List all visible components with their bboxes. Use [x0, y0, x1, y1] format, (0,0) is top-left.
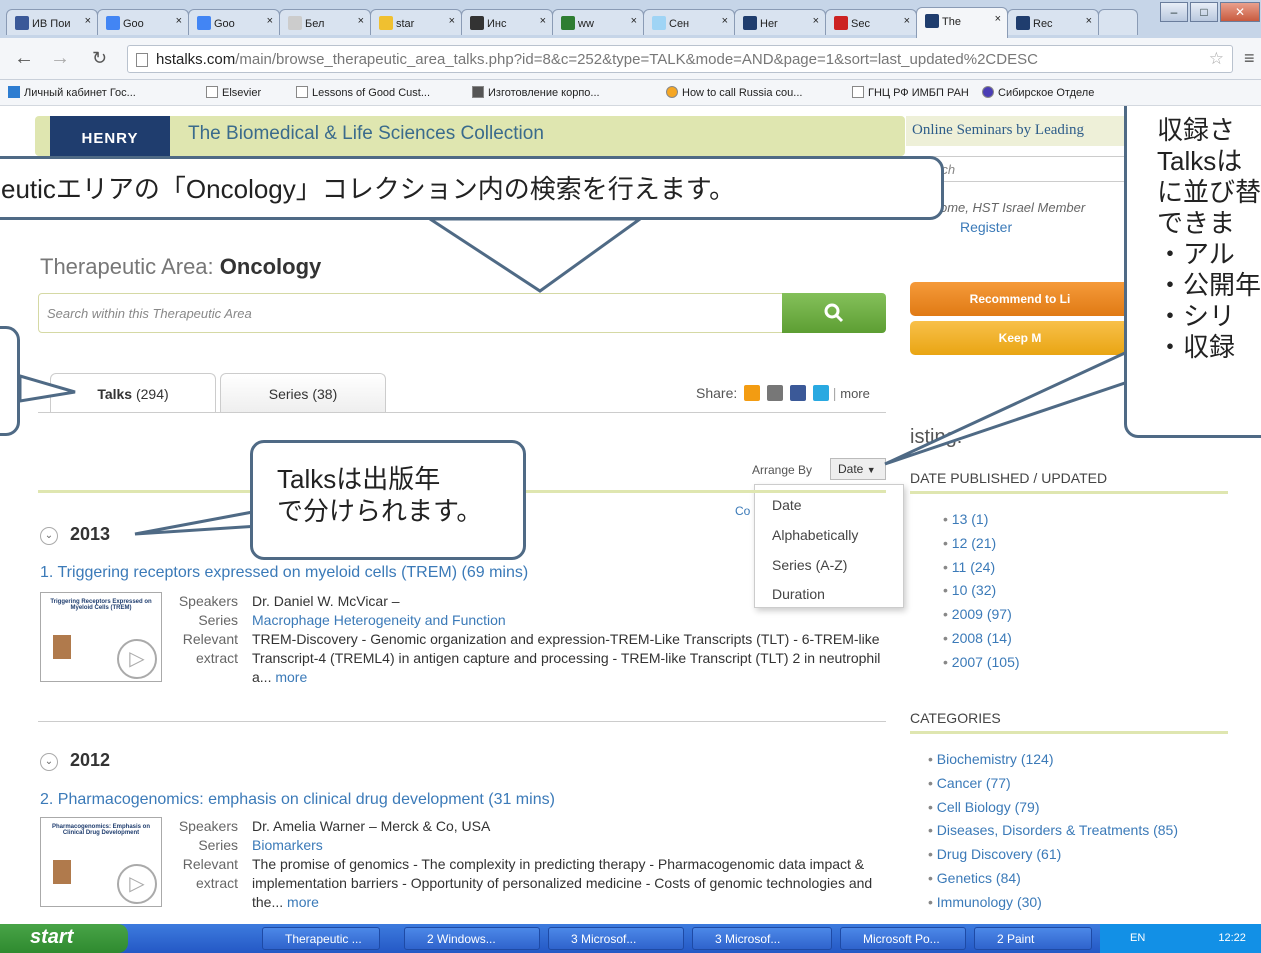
web-page: HENRY The Biomedical & Life Sciences Col…	[0, 106, 1261, 924]
url-path: /main/browse_therapeutic_area_talks.php?…	[235, 51, 1038, 68]
taskbar-item[interactable]: 2 Windows...	[404, 927, 540, 950]
taskbar-item[interactable]: Microsoft Po...	[840, 927, 966, 950]
tab-label: star	[396, 18, 415, 30]
callout-search-tip: euticエリアの「Oncology」コレクション内の検索を行えます。	[0, 156, 944, 220]
browser-tab[interactable]: ИВ Пои ×	[6, 9, 98, 35]
new-tab-button[interactable]	[1098, 9, 1138, 35]
tab-favicon-icon	[743, 16, 757, 30]
bookmark-item[interactable]: Elsevier	[206, 86, 261, 99]
address-toolbar: ← → ↻ hstalks.com/main/browse_therapeuti…	[0, 38, 1261, 80]
callout-sort-tip: 収録さ Talksは に並び替 できま ・アル ・公開年 ・シリ ・収録	[1124, 106, 1261, 438]
page-icon	[136, 53, 148, 67]
tab-label: The	[942, 16, 961, 28]
tab-favicon-icon	[470, 16, 484, 30]
language-indicator[interactable]: EN	[1130, 932, 1145, 944]
close-tab-icon[interactable]: ×	[85, 15, 91, 27]
browser-tab[interactable]: Инс ×	[461, 9, 553, 35]
url-host: hstalks.com	[156, 51, 236, 68]
tab-label: Goo	[214, 18, 235, 30]
browser-tab[interactable]: ww ×	[552, 9, 644, 35]
tab-label: Бел	[305, 18, 325, 30]
callout-pointers	[18, 217, 1195, 536]
bookmark-item[interactable]: Lessons of Good Cust...	[296, 86, 430, 99]
browser-tab-strip: ИВ Пои × Goo × Goo × Бел × star × Инс × ww × Сен × Her × S…	[0, 0, 1261, 38]
tab-label: Инс	[487, 18, 507, 30]
tab-favicon-icon	[925, 14, 939, 28]
browser-tab[interactable]: Бел ×	[279, 9, 371, 35]
close-tab-icon[interactable]: ×	[176, 15, 182, 27]
tab-label: Сен	[669, 18, 690, 30]
bookmark-item[interactable]: ГНЦ РФ ИМБП РАН	[852, 86, 969, 99]
browser-tab[interactable]: Goo ×	[188, 9, 280, 35]
tab-label: Goo	[123, 18, 144, 30]
windows-taskbar: start Therapeutic ... 2 Windows... 3 Mic…	[0, 924, 1261, 953]
close-tab-icon[interactable]: ×	[904, 15, 910, 27]
bookmark-item[interactable]: Сибирское Отделе	[982, 86, 1094, 99]
callout-tabs-tip	[0, 326, 20, 436]
close-tab-icon[interactable]: ×	[540, 15, 546, 27]
tab-label: ИВ Пои	[32, 18, 71, 30]
close-tab-icon[interactable]: ×	[358, 15, 364, 27]
maximize-button[interactable]: □	[1190, 2, 1218, 22]
callout-year-tip: Talksは出版年 で分けられます。	[250, 440, 526, 560]
browser-tab[interactable]: Sec ×	[825, 9, 917, 35]
browser-tab[interactable]: Сен ×	[643, 9, 735, 35]
browser-tab[interactable]: star ×	[370, 9, 462, 35]
browser-tab[interactable]: Her ×	[734, 9, 826, 35]
close-window-button[interactable]: ✕	[1220, 2, 1260, 22]
close-tab-icon[interactable]: ×	[1086, 15, 1092, 27]
bookmark-item[interactable]: How to call Russia cou...	[666, 86, 802, 99]
start-button[interactable]: start	[0, 924, 128, 953]
tab-favicon-icon	[106, 16, 120, 30]
forward-icon[interactable]: →	[50, 48, 70, 68]
tab-favicon-icon	[652, 16, 666, 30]
bookmark-star-icon[interactable]: ☆	[1209, 49, 1224, 69]
minimize-button[interactable]: –	[1160, 2, 1188, 22]
tab-favicon-icon	[1016, 16, 1030, 30]
browser-tab[interactable]: Rec ×	[1007, 9, 1099, 35]
url-input[interactable]: hstalks.com/main/browse_therapeutic_area…	[127, 45, 1233, 73]
browser-tab[interactable]: The ×	[916, 7, 1008, 38]
close-tab-icon[interactable]: ×	[995, 13, 1001, 25]
tab-favicon-icon	[288, 16, 302, 30]
tab-label: Her	[760, 18, 778, 30]
close-tab-icon[interactable]: ×	[722, 15, 728, 27]
tab-favicon-icon	[561, 16, 575, 30]
close-tab-icon[interactable]: ×	[631, 15, 637, 27]
bookmark-item[interactable]: Личный кабинет Гос...	[8, 86, 136, 99]
bookmark-item[interactable]: Изготовление корпо...	[472, 86, 600, 99]
tab-label: Sec	[851, 18, 870, 30]
close-tab-icon[interactable]: ×	[267, 15, 273, 27]
reload-icon[interactable]: ↻	[92, 48, 107, 68]
menu-icon[interactable]: ≡	[1244, 48, 1255, 68]
tab-label: ww	[578, 18, 594, 30]
tab-label: Rec	[1033, 18, 1053, 30]
bookmarks-bar: Личный кабинет Гос... Elsevier Lessons o…	[0, 80, 1261, 106]
browser-tab[interactable]: Goo ×	[97, 9, 189, 35]
tab-favicon-icon	[15, 16, 29, 30]
taskbar-item[interactable]: 3 Microsof...	[692, 927, 832, 950]
back-icon[interactable]: ←	[14, 48, 34, 68]
tab-favicon-icon	[834, 16, 848, 30]
taskbar-item[interactable]: 2 Paint	[974, 927, 1092, 950]
close-tab-icon[interactable]: ×	[449, 15, 455, 27]
close-tab-icon[interactable]: ×	[813, 15, 819, 27]
clock: 12:22	[1218, 932, 1246, 944]
taskbar-item[interactable]: Therapeutic ...	[262, 927, 380, 950]
taskbar-item[interactable]: 3 Microsof...	[548, 927, 684, 950]
system-tray: EN 12:22	[1100, 924, 1261, 953]
tab-favicon-icon	[379, 16, 393, 30]
tab-favicon-icon	[197, 16, 211, 30]
